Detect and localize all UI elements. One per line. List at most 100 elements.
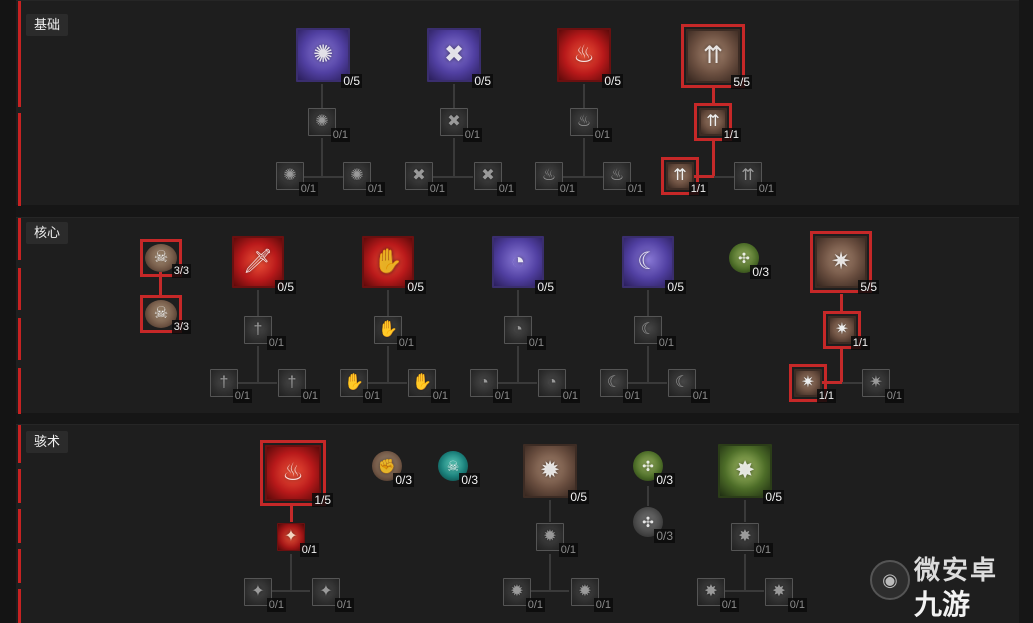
skill-upgrade-node[interactable]: ◔ 0/1: [470, 369, 512, 403]
passive-node[interactable]: ☠ 3/3: [140, 295, 191, 334]
skill-upgrade-node[interactable]: ♨ 0/1: [535, 162, 577, 196]
connector-line: [237, 382, 277, 384]
skill-rank: 0/5: [535, 280, 556, 294]
skill-rank: 0/3: [750, 265, 771, 279]
connector-line: [549, 500, 551, 522]
skill-rank: 0/3: [654, 529, 675, 543]
skill-rank: 0/1: [362, 389, 382, 403]
skill-upgrade-node[interactable]: ✷ 1/1: [823, 311, 870, 350]
skill-upgrade-node[interactable]: ✸ 0/1: [731, 523, 773, 557]
passive-node[interactable]: ☠ 3/3: [140, 239, 191, 278]
skill-upgrade-node[interactable]: ✋ 0/1: [374, 316, 416, 350]
skill-upgrade-node[interactable]: ☾ 0/1: [600, 369, 642, 403]
skill-node-blood-dagger[interactable]: 🗡 0/5: [232, 236, 296, 294]
connector-line: [583, 138, 585, 178]
skill-rank: 3/3: [171, 320, 191, 334]
skill-rank: 0/1: [753, 543, 773, 557]
connector-line: [647, 486, 649, 506]
connector-line: [387, 346, 389, 384]
skill-upgrade-node[interactable]: ✹ 0/1: [571, 578, 613, 612]
skill-node-arrow-volley[interactable]: ⇈ 5/5: [681, 24, 752, 89]
skill-upgrade-node[interactable]: ✺ 0/1: [276, 162, 318, 196]
skill-node-flame-hand[interactable]: ♨ 0/5: [557, 28, 623, 88]
skill-upgrade-node[interactable]: ✋ 0/1: [408, 369, 450, 403]
skill-upgrade-node[interactable]: ⇈ 1/1: [694, 103, 741, 142]
connector-line-active: [712, 138, 715, 178]
connector-line: [744, 554, 746, 592]
skill-rank: 0/1: [625, 182, 645, 196]
connector-line: [304, 176, 344, 178]
section-marker: [18, 469, 21, 503]
skill-upgrade-node[interactable]: ✖ 0/1: [440, 108, 482, 142]
skill-upgrade-node[interactable]: ✹ 0/1: [536, 523, 578, 557]
skill-upgrade-node[interactable]: ♨ 0/1: [603, 162, 645, 196]
connector-line: [627, 382, 667, 384]
passive-node[interactable]: ✣ 0/3: [633, 507, 675, 543]
skill-upgrade-node[interactable]: ✷ 0/1: [862, 369, 904, 403]
section-label-core: 核心: [26, 222, 69, 244]
skill-upgrade-node[interactable]: ✸ 0/1: [697, 578, 739, 612]
skill-node-scythe-claw[interactable]: ☾ 0/5: [622, 236, 686, 294]
skill-node-thorn-fist[interactable]: ✺ 0/5: [296, 28, 362, 88]
skill-rank: 0/1: [756, 182, 776, 196]
skill-upgrade-node[interactable]: ⇈ 0/1: [734, 162, 776, 196]
skill-rank: 0/1: [266, 598, 286, 612]
skill-upgrade-node[interactable]: ✦ 0/1: [244, 578, 286, 612]
skill-upgrade-node[interactable]: † 0/1: [278, 369, 320, 403]
connector-line: [647, 346, 649, 384]
skill-upgrade-node[interactable]: ✖ 0/1: [405, 162, 447, 196]
skill-upgrade-node[interactable]: ✺ 0/1: [308, 108, 350, 142]
skill-rank: 0/1: [427, 182, 447, 196]
skill-upgrade-node[interactable]: ✋ 0/1: [340, 369, 382, 403]
section-basic: [16, 0, 1019, 206]
skill-upgrade-node[interactable]: ✦ 0/1: [312, 578, 354, 612]
skill-upgrade-node[interactable]: ◔ 0/1: [504, 316, 546, 350]
skill-upgrade-node[interactable]: ☾ 0/1: [668, 369, 710, 403]
skill-node-blood-nova[interactable]: ♨ 1/5: [260, 440, 333, 507]
connector-line: [517, 290, 519, 316]
skill-rank: 0/1: [298, 182, 318, 196]
passive-node[interactable]: ✊ 0/3: [372, 451, 414, 487]
skill-upgrade-node[interactable]: ♨ 0/1: [570, 108, 612, 142]
connector-line: [497, 382, 537, 384]
watermark-text: 微安卓: [914, 555, 999, 585]
section-marker: [18, 368, 21, 414]
skill-rank: 0/1: [592, 128, 612, 142]
skill-node-thorn-ring[interactable]: ✹ 0/5: [523, 444, 589, 504]
skill-rank: 1/1: [850, 336, 870, 350]
section-label-basic: 基础: [26, 14, 69, 36]
connector-line: [290, 554, 292, 592]
skill-rank: 0/1: [299, 543, 319, 557]
skill-rank: 5/5: [731, 75, 752, 89]
skill-rank: 0/1: [526, 336, 546, 350]
passive-node[interactable]: ✣ 0/3: [729, 243, 771, 279]
passive-node[interactable]: ✣ 0/3: [633, 451, 675, 487]
skill-rank: 0/5: [568, 490, 589, 504]
skill-rank: 0/1: [462, 128, 482, 142]
skill-upgrade-node[interactable]: ✖ 0/1: [474, 162, 516, 196]
skill-node-scythe-orb[interactable]: ◔ 0/5: [492, 236, 556, 294]
skill-upgrade-node[interactable]: ✷ 1/1: [789, 364, 836, 403]
connector-line: [714, 176, 734, 178]
skill-upgrade-node[interactable]: † 0/1: [210, 369, 252, 403]
skill-upgrade-node[interactable]: ✸ 0/1: [765, 578, 807, 612]
skill-upgrade-node[interactable]: ⇈ 1/1: [661, 157, 708, 196]
skill-upgrade-node[interactable]: ◔ 0/1: [538, 369, 580, 403]
skill-upgrade-node[interactable]: ✦ 0/1: [277, 523, 319, 557]
connector-line: [257, 346, 259, 384]
skill-upgrade-node[interactable]: † 0/1: [244, 316, 286, 350]
passive-node[interactable]: ☠ 0/3: [438, 451, 480, 487]
connector-line: [321, 84, 323, 108]
skill-rank: 1/5: [312, 493, 333, 507]
skill-rank: 0/5: [275, 280, 296, 294]
skill-node-fire-sigil[interactable]: ✋ 0/5: [362, 236, 426, 294]
skill-rank: 0/5: [472, 74, 493, 88]
connector-line: [321, 138, 323, 178]
skill-upgrade-node[interactable]: ☾ 0/1: [634, 316, 676, 350]
skill-node-bone-cross[interactable]: ✖ 0/5: [427, 28, 493, 88]
skill-upgrade-node[interactable]: ✺ 0/1: [343, 162, 385, 196]
skill-node-bone-spike[interactable]: ✸ 0/5: [718, 444, 784, 504]
skill-upgrade-node[interactable]: ✹ 0/1: [503, 578, 545, 612]
skill-node-spear-burst[interactable]: ✷ 5/5: [810, 231, 879, 294]
connector-line: [257, 290, 259, 316]
